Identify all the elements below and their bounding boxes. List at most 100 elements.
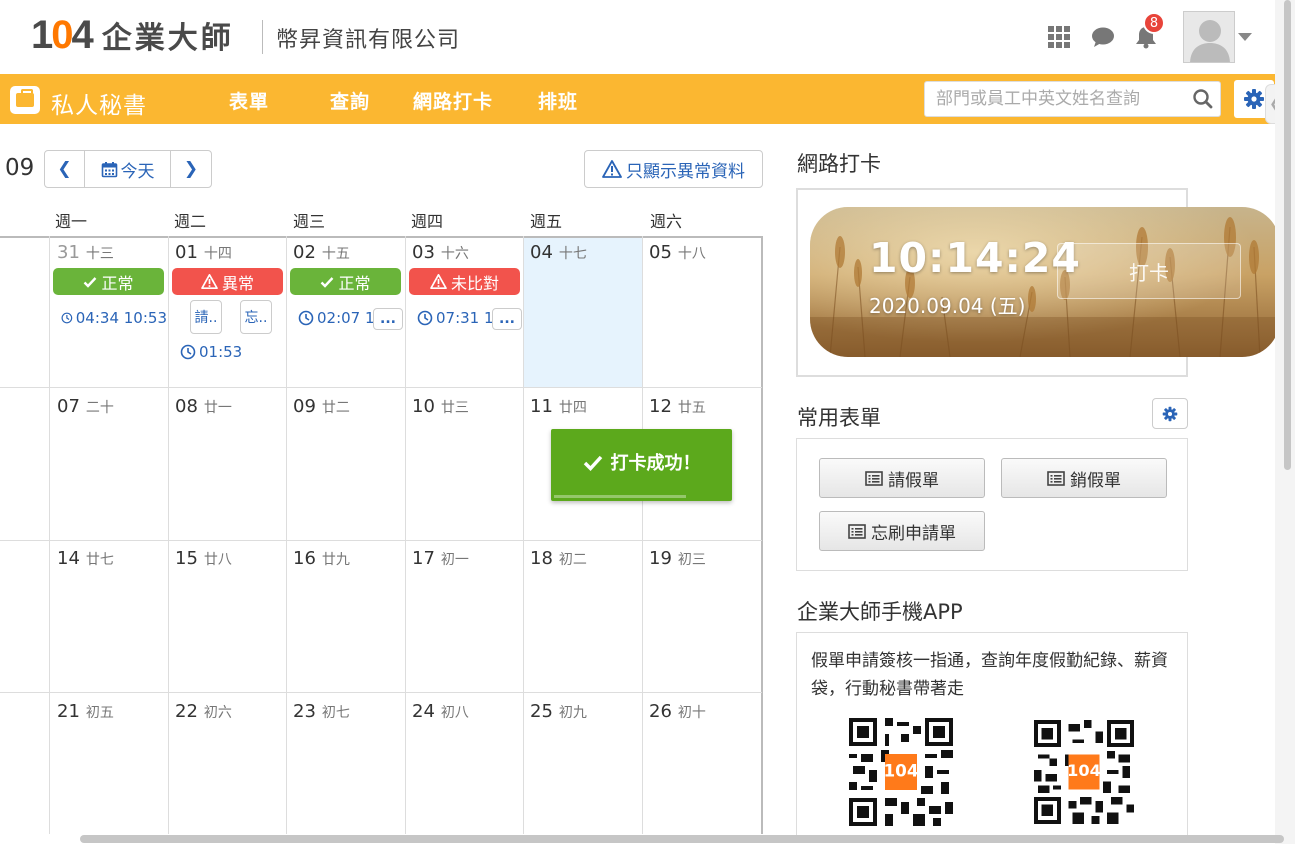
logo-text: 企業大師 [101, 21, 234, 56]
day-cell[interactable]: 18 初二 [530, 548, 587, 569]
day-cell[interactable]: 31 十三 [57, 242, 114, 263]
forgot-punch-form-button[interactable]: 忘刷申請單 [819, 511, 985, 551]
day-cell[interactable]: 14 廿七 [57, 548, 114, 569]
form-list-icon [848, 523, 866, 539]
status-badge-normal[interactable]: 正常 [53, 268, 164, 295]
punch-button[interactable]: 打卡 [1057, 243, 1241, 299]
day-cell[interactable]: 19 初三 [649, 548, 706, 569]
warning-icon [201, 274, 218, 289]
qr-logo-text: 104 [883, 760, 918, 780]
day-cell[interactable]: 08 廿一 [175, 396, 232, 417]
logo-104: 104 [31, 12, 94, 57]
briefcase-icon [10, 86, 40, 114]
check-icon [583, 455, 602, 471]
clock-date: 2020.09.04 (五) [869, 294, 1026, 318]
day-cell[interactable]: 01 十四 [175, 242, 232, 263]
leave-form-button[interactable]: 請假單 [819, 458, 985, 498]
more-button[interactable]: ... [373, 308, 403, 330]
clock-icon [180, 344, 196, 360]
cancel-leave-form-button[interactable]: 銷假單 [1001, 458, 1167, 498]
next-month-button[interactable]: ❯ [171, 151, 211, 187]
chat-icon[interactable] [1090, 24, 1116, 50]
notification-badge: 8 [1143, 12, 1165, 34]
day-cell[interactable]: 02 十五 [293, 242, 350, 263]
clock-time: 10:14:24 [869, 234, 1081, 282]
form-list-icon [865, 470, 883, 486]
weekday-wed: 週三 [293, 212, 326, 231]
mobile-app-description: 假單申請簽核一指通，查詢年度假勤紀錄、薪資袋，行動秘書帶著走 [811, 651, 1168, 699]
qr-code-android[interactable]: 104 [1034, 717, 1138, 827]
today-label: 今天 [120, 161, 155, 182]
day-cell[interactable]: 07 二十 [57, 396, 114, 417]
month-label: 09 [5, 155, 35, 181]
employee-search-input[interactable] [924, 81, 1221, 117]
search-icon[interactable] [1192, 88, 1214, 110]
clock-icon [298, 310, 314, 326]
apps-grid-icon[interactable] [1046, 24, 1072, 50]
day-cell[interactable]: 15 廿八 [175, 548, 232, 569]
weekday-thu: 週四 [411, 212, 444, 231]
day-cell[interactable]: 03 十六 [412, 242, 469, 263]
day-cell-today[interactable]: 04 十七 [530, 242, 587, 263]
forms-settings-button[interactable] [1152, 398, 1188, 429]
day-cell[interactable]: 24 初八 [412, 701, 469, 722]
day-cell[interactable]: 05 十八 [649, 242, 706, 263]
day-cell[interactable]: 26 初十 [649, 701, 706, 722]
weekday-fri: 週五 [530, 212, 563, 231]
nav-item-web-punch[interactable]: 網路打卡 [413, 87, 493, 114]
gear-icon [1162, 406, 1178, 421]
qr-code-ios[interactable]: 104 [849, 717, 953, 827]
calendar-icon [101, 161, 117, 177]
form-list-icon [1047, 470, 1065, 486]
chevron-right-icon: ❯ [183, 159, 199, 179]
today-button[interactable]: 今天 [85, 151, 171, 187]
gear-icon [1244, 89, 1264, 109]
common-forms-title: 常用表單 [797, 406, 881, 430]
status-badge-abnormal[interactable]: 異常 [172, 268, 283, 295]
day-cell[interactable]: 12 廿五 [649, 396, 706, 417]
caret-down-icon[interactable] [1238, 33, 1252, 41]
logo-divider [262, 20, 263, 54]
anomaly-label: 只顯示異常資料 [626, 161, 745, 182]
day-cell[interactable]: 25 初九 [530, 701, 587, 722]
company-name: 幣昇資訊有限公司 [276, 28, 461, 53]
check-icon [84, 276, 97, 288]
horizontal-scroll-thumb[interactable] [80, 835, 1284, 843]
day-cell[interactable]: 22 初六 [175, 701, 232, 722]
prev-month-button[interactable]: ❮ [45, 151, 85, 187]
day-cell[interactable]: 21 初五 [57, 701, 114, 722]
punch-times[interactable]: 01:53 [180, 343, 270, 361]
day-cell[interactable]: 10 廿三 [412, 396, 469, 417]
nav-item-query[interactable]: 查詢 [330, 87, 370, 114]
forgot-punch-chip[interactable]: 忘.. [240, 300, 272, 334]
status-badge-normal[interactable]: 正常 [290, 268, 401, 295]
avatar-icon [1190, 20, 1230, 62]
qr-logo-text: 104 [1067, 761, 1101, 780]
web-punch-title: 網路打卡 [797, 152, 881, 176]
vertical-scroll-thumb[interactable] [1284, 0, 1291, 470]
chevron-left-icon: ❮ [57, 159, 72, 179]
punch-success-toast[interactable]: 打卡成功！ [551, 429, 732, 501]
day-cell[interactable]: 11 廿四 [530, 396, 587, 417]
show-anomalies-button[interactable]: 只顯示異常資料 [584, 150, 763, 188]
clock-icon [417, 310, 433, 326]
logo[interactable]: 104 企業大師 [31, 12, 234, 57]
weekday-mon: 週一 [55, 212, 88, 231]
day-cell[interactable]: 16 廿九 [293, 548, 350, 569]
clock-icon [61, 312, 73, 324]
warning-icon [430, 274, 447, 289]
warning-icon [602, 160, 622, 178]
nav-item-forms[interactable]: 表單 [229, 87, 269, 114]
status-badge-unmatched[interactable]: 未比對 [409, 268, 520, 295]
weekday-sat: 週六 [650, 212, 683, 231]
day-cell[interactable]: 09 廿二 [293, 396, 350, 417]
more-button[interactable]: ... [492, 308, 522, 330]
avatar[interactable] [1183, 11, 1235, 63]
day-cell[interactable]: 23 初七 [293, 701, 350, 722]
leave-request-chip[interactable]: 請.. [190, 300, 222, 334]
weekday-tue: 週二 [174, 212, 207, 231]
nav-brand[interactable]: 私人秘書 [51, 86, 147, 120]
day-cell[interactable]: 17 初一 [412, 548, 469, 569]
nav-item-schedule[interactable]: 排班 [538, 87, 578, 114]
punch-times[interactable]: 04:34 10:53 [61, 309, 167, 327]
